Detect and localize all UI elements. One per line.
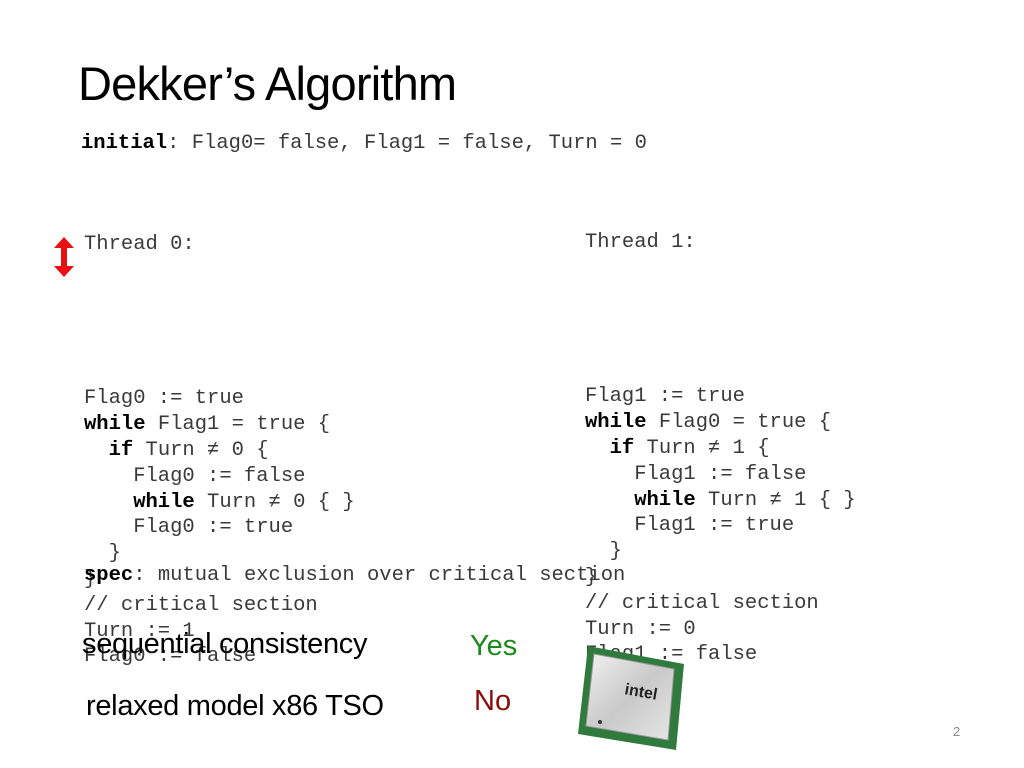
code-line: while Flag0 = true {	[585, 410, 856, 436]
code-text: Flag0 := true	[84, 387, 244, 411]
code-line: if Turn ≠ 0 {	[84, 438, 355, 464]
initial-colon: :	[167, 132, 180, 155]
code-line: Turn := 0	[585, 617, 856, 643]
code-line: }	[585, 565, 856, 591]
code-line: Flag0 := true	[84, 386, 355, 412]
code-line: }	[585, 539, 856, 565]
thread-0-code: Thread 0: Flag0 := true while Flag1 = tru…	[84, 180, 355, 696]
model-result-x86-tso: No	[474, 685, 512, 717]
code-text: Flag1 := true	[585, 385, 745, 409]
model-result-sequential-consistency: Yes	[470, 630, 518, 662]
thread-1-lines: Flag1 := true while Flag0 = true { if Tur…	[585, 384, 856, 668]
code-line: // critical section	[84, 593, 355, 619]
spec-keyword: spec	[84, 564, 134, 587]
code-text: Flag1 := true	[585, 514, 795, 538]
code-line: while Turn ≠ 1 { }	[585, 488, 856, 514]
code-line: if Turn ≠ 1 {	[585, 436, 856, 462]
code-text: Flag1 := false	[585, 462, 807, 486]
thread-0-header: Thread 0:	[84, 232, 195, 256]
thread-1-header: Thread 1:	[585, 230, 696, 254]
spec-text: mutual exclusion over critical section	[145, 564, 626, 587]
code-line: Flag1 := false	[585, 462, 856, 488]
code-text: Flag1 = true {	[145, 413, 331, 437]
page-number: 2	[953, 724, 961, 739]
model-label-x86-tso: relaxed model x86 TSO	[86, 690, 384, 722]
code-text: // critical section	[585, 591, 819, 615]
double-arrow-vertical-icon	[54, 237, 74, 277]
code-line: while Flag1 = true {	[84, 412, 355, 438]
code-text: Turn ≠ 0 {	[133, 438, 269, 462]
code-keyword: if	[585, 436, 635, 460]
code-line: Flag0 := true	[84, 515, 355, 541]
initial-conditions: initial: Flag0= false, Flag1 = false, Tu…	[81, 132, 647, 156]
initial-keyword: initial	[81, 132, 168, 155]
intel-cpu-icon: intel	[578, 646, 684, 750]
code-text: Flag0 := false	[84, 464, 306, 488]
code-line: Flag1 := true	[585, 513, 856, 539]
code-text: Turn ≠ 1 {	[634, 436, 770, 460]
code-keyword: while	[585, 488, 696, 512]
code-text: Turn ≠ 0 { }	[194, 490, 355, 514]
spec-colon: :	[133, 564, 146, 587]
code-keyword: while	[84, 413, 146, 437]
code-text: Turn := 0	[585, 617, 696, 641]
code-line: Flag1 := true	[585, 384, 856, 410]
initial-text: Flag0= false, Flag1 = false, Turn = 0	[179, 132, 647, 155]
slide-title: Dekker’s Algorithm	[78, 57, 457, 110]
code-text: Turn ≠ 1 { }	[695, 488, 856, 512]
code-text: }	[84, 542, 121, 566]
code-text: // critical section	[84, 593, 318, 617]
code-text: Flag0 = true {	[646, 411, 832, 435]
code-keyword: while	[585, 411, 647, 435]
thread-1-code: Thread 1: Flag1 := true while Flag0 = tru…	[585, 178, 856, 694]
code-line: Flag0 := false	[84, 464, 355, 490]
code-line: while Turn ≠ 0 { }	[84, 490, 355, 516]
code-line: // critical section	[585, 591, 856, 617]
spec-statement: spec: mutual exclusion over critical sec…	[84, 564, 625, 588]
code-text: Flag0 := true	[84, 516, 294, 540]
code-keyword: if	[84, 438, 134, 462]
model-label-sequential-consistency: sequential consistency	[82, 628, 368, 660]
code-text: }	[585, 540, 622, 564]
code-keyword: while	[84, 490, 195, 514]
